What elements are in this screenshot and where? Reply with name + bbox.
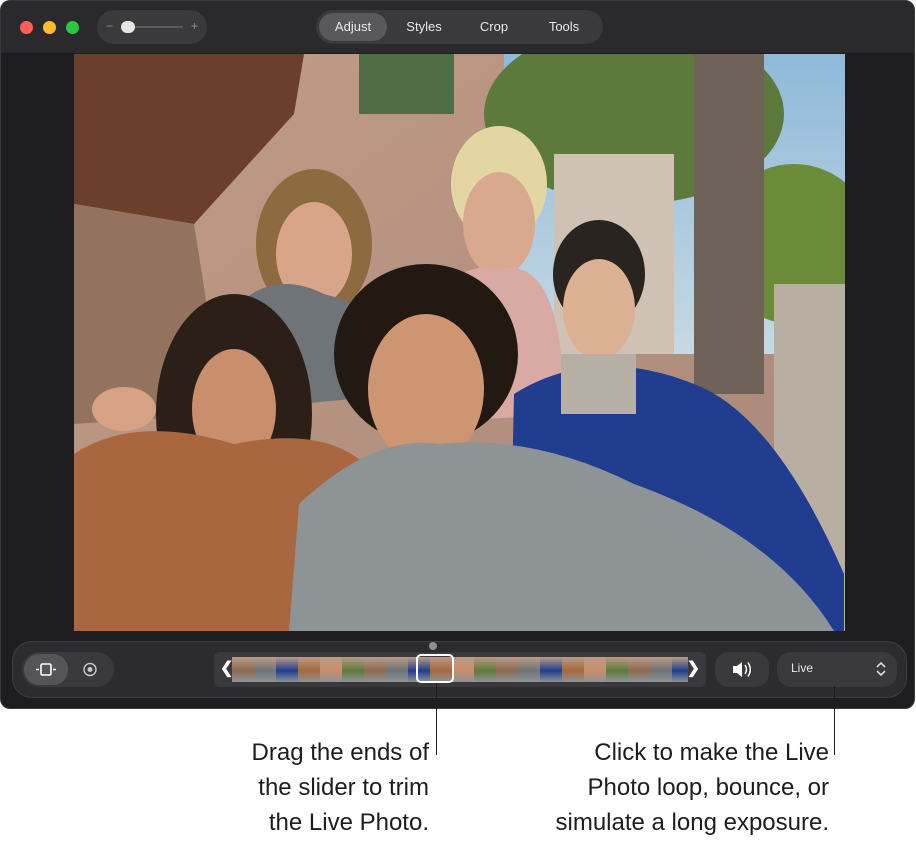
zoom-knob[interactable] <box>121 21 135 33</box>
filmstrip-frame <box>342 657 365 682</box>
photo-canvas[interactable] <box>74 54 845 631</box>
minimize-button[interactable] <box>43 21 56 34</box>
filmstrip-frame <box>298 657 321 682</box>
tab-tools[interactable]: Tools <box>530 13 598 41</box>
tab-crop[interactable]: Crop <box>460 13 528 41</box>
filmstrip-frame <box>320 657 343 682</box>
live-effect-popup[interactable]: Live <box>777 652 897 687</box>
trim-callout-line-2: the slider to trim <box>258 774 429 801</box>
zoom-slider[interactable]: − + <box>97 10 207 44</box>
photos-edit-window: − + Adjust Styles Crop Tools ❮ ❯ Live <box>0 0 915 709</box>
filmstrip-frame <box>386 657 409 682</box>
key-photo-frame[interactable] <box>416 654 454 683</box>
filmstrip-frame <box>540 657 563 682</box>
speaker-icon <box>733 662 751 677</box>
zoom-window-button[interactable] <box>66 21 79 34</box>
key-photo-indicator <box>429 642 437 650</box>
filmstrip[interactable] <box>232 657 688 682</box>
filmstrip-frame <box>672 657 688 682</box>
edit-tabs: Adjust Styles Crop Tools <box>316 10 603 44</box>
filmstrip-frame <box>232 657 255 682</box>
trim-end-handle[interactable]: ❯ <box>687 658 700 680</box>
sound-button[interactable] <box>715 652 769 687</box>
live-photo-trim-slider[interactable]: ❮ ❯ <box>214 652 706 687</box>
trim-callout-line-1: Drag the ends of <box>251 739 429 766</box>
live-photo-badge-icon <box>83 662 97 677</box>
live-photo-controls: ❮ ❯ Live <box>12 641 907 698</box>
filmstrip-frame <box>496 657 519 682</box>
filmstrip-frame <box>628 657 651 682</box>
live-photo-toggle-button[interactable] <box>68 654 112 685</box>
filmstrip-frame <box>584 657 607 682</box>
filmstrip-frame <box>562 657 585 682</box>
live-effect-value: Live <box>791 661 814 675</box>
live-photo-trim-icon <box>36 663 56 676</box>
up-down-chevron-icon <box>876 661 886 677</box>
zoom-out-label: − <box>106 19 114 33</box>
filmstrip-frame <box>276 657 299 682</box>
trim-callout: Drag the ends of the slider to trim the … <box>150 735 429 840</box>
tab-styles[interactable]: Styles <box>390 13 458 41</box>
filmstrip-frame <box>254 657 277 682</box>
tab-adjust[interactable]: Adjust <box>319 13 387 41</box>
filmstrip-frame <box>606 657 629 682</box>
filmstrip-frame <box>474 657 497 682</box>
toolbar: − + Adjust Styles Crop Tools <box>1 1 914 53</box>
live-callout-line-3: simulate a long exposure. <box>555 809 830 836</box>
live-photo-mode-segment <box>22 652 114 687</box>
live-photo-trim-button[interactable] <box>24 654 68 685</box>
live-callout-line <box>834 686 835 755</box>
filmstrip-frame <box>364 657 387 682</box>
filmstrip-frame <box>518 657 541 682</box>
zoom-in-label: + <box>190 19 198 33</box>
trim-callout-line-3: the Live Photo. <box>268 809 429 836</box>
filmstrip-frame <box>650 657 673 682</box>
live-callout-line-2: Photo loop, bounce, or <box>587 774 829 801</box>
filmstrip-frame <box>452 657 475 682</box>
close-button[interactable] <box>20 21 33 34</box>
trim-callout-line <box>436 683 437 755</box>
live-callout: Click to make the Live Photo loop, bounc… <box>470 735 830 840</box>
live-callout-line-1: Click to make the Live <box>594 739 829 766</box>
group-selfie-photo <box>74 54 845 631</box>
